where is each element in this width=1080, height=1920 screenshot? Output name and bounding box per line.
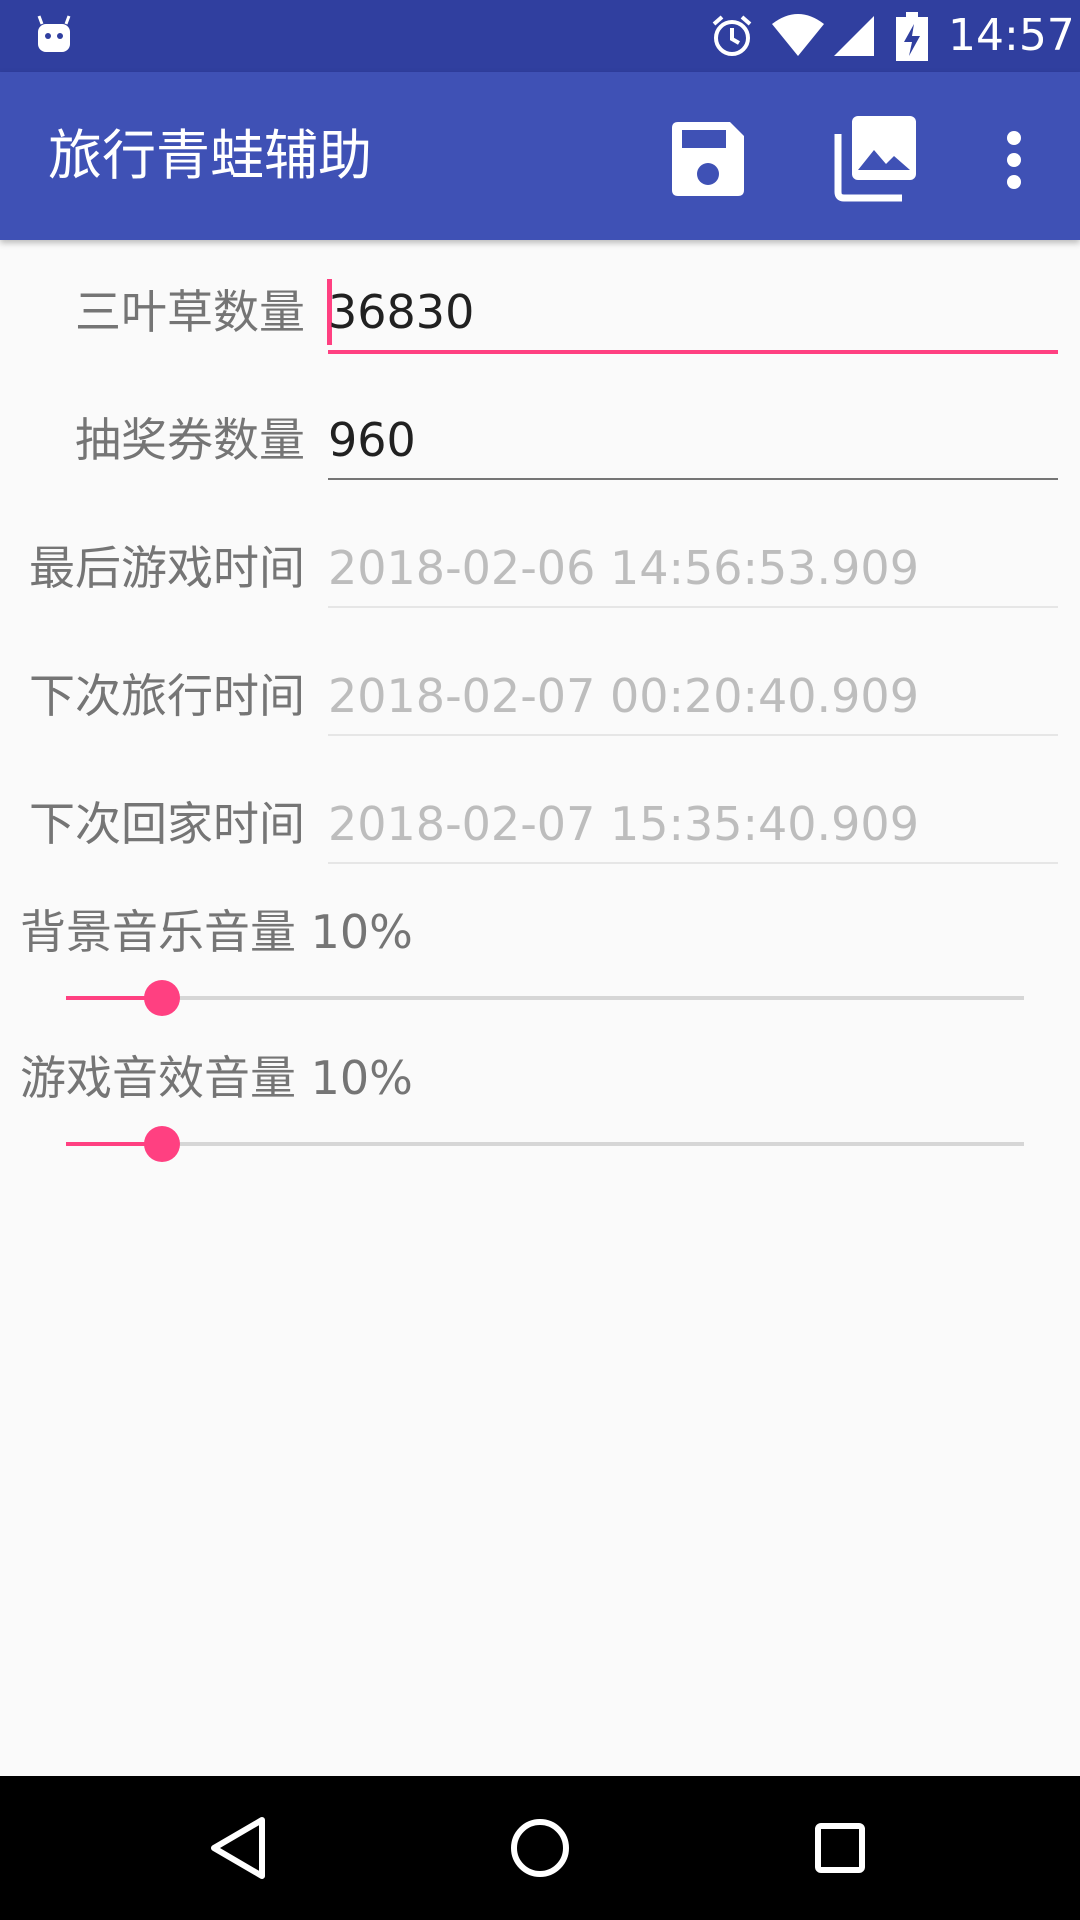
recents-button[interactable] [804, 1812, 876, 1884]
clover-label: 三叶草数量 [75, 285, 305, 339]
next-home-label: 下次回家时间 [29, 797, 305, 851]
bgm-volume-slider[interactable] [66, 980, 1024, 1016]
recents-icon [804, 1823, 876, 1888]
last-play-row: 最后游戏时间 2018-02-06 14:56:53.909 [0, 538, 1080, 618]
next-home-underline [328, 862, 1058, 864]
last-play-label: 最后游戏时间 [29, 541, 305, 595]
status-time: 14:57 [948, 10, 1075, 61]
home-icon [504, 1819, 576, 1888]
next-travel-row: 下次旅行时间 2018-02-07 00:20:40.909 [0, 666, 1080, 746]
navigation-bar [0, 1776, 1080, 1920]
bgm-volume-thumb[interactable] [144, 980, 180, 1016]
next-home-field: 2018-02-07 15:35:40.909 [328, 797, 919, 851]
last-play-field: 2018-02-06 14:56:53.909 [328, 541, 919, 595]
android-icon [36, 14, 72, 58]
signal-icon [830, 12, 878, 64]
alarm-icon [708, 12, 756, 64]
back-button[interactable] [204, 1812, 276, 1884]
sfx-volume-slider[interactable] [66, 1126, 1024, 1162]
sfx-volume-thumb[interactable] [144, 1126, 180, 1162]
sfx-volume-label: 游戏音效音量 10% [20, 1051, 413, 1105]
next-travel-field: 2018-02-07 00:20:40.909 [328, 669, 919, 723]
clover-underline [328, 350, 1058, 354]
app-title: 旅行青蛙辅助 [48, 124, 372, 187]
more-options-button[interactable] [990, 112, 1038, 208]
gallery-button[interactable] [828, 112, 924, 208]
more-vert-icon [990, 131, 1038, 212]
ticket-row: 抽奖券数量 960 [0, 410, 1080, 490]
clover-row: 三叶草数量 36830 [0, 279, 1080, 362]
ticket-label: 抽奖券数量 [75, 413, 305, 467]
last-play-underline [328, 606, 1058, 608]
save-icon [660, 122, 756, 212]
ticket-input[interactable]: 960 [328, 410, 1058, 470]
app-bar: 旅行青蛙辅助 [0, 72, 1080, 240]
bgm-volume-label: 背景音乐音量 10% [20, 905, 413, 959]
back-icon [204, 1817, 276, 1888]
ticket-underline [328, 478, 1058, 480]
wifi-icon [770, 12, 826, 64]
clover-input[interactable]: 36830 [328, 282, 1058, 342]
next-home-row: 下次回家时间 2018-02-07 15:35:40.909 [0, 794, 1080, 874]
next-travel-underline [328, 734, 1058, 736]
next-travel-label: 下次旅行时间 [29, 669, 305, 723]
gallery-icon [828, 116, 924, 212]
battery-charging-icon [896, 12, 928, 66]
status-bar: 14:57 [0, 0, 1080, 72]
save-button[interactable] [660, 112, 756, 208]
home-button[interactable] [504, 1812, 576, 1884]
